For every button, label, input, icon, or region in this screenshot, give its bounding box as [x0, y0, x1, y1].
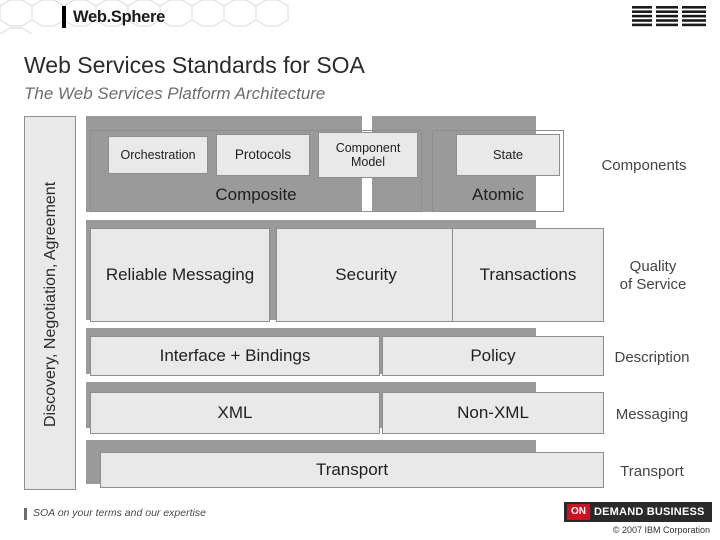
box-transport-label: Transport — [315, 460, 389, 480]
right-label-qos-line1: Quality — [629, 258, 677, 275]
websphere-logo-bar — [62, 6, 66, 28]
discovery-negotiation-agreement-bar: Discovery, Negotiation, Agreement — [24, 116, 76, 490]
box-non-xml[interactable]: Non-XML — [382, 392, 604, 434]
box-policy[interactable]: Policy — [382, 336, 604, 376]
frame-composite-group — [90, 130, 422, 212]
box-transport[interactable]: Transport — [100, 452, 604, 488]
right-label-components: Components — [601, 157, 687, 174]
architecture-diagram: Discovery, Negotiation, Agreement Orches… — [24, 116, 696, 494]
box-reliable-messaging-label: Reliable Messaging — [105, 265, 255, 285]
right-label-description: Description — [614, 349, 690, 366]
box-security-label: Security — [335, 265, 397, 285]
ibm-logo-icon — [632, 6, 706, 27]
box-reliable-messaging[interactable]: Reliable Messaging — [90, 228, 270, 322]
box-interface-bindings-label: Interface + Bindings — [159, 346, 311, 366]
page-subtitle: The Web Services Platform Architecture — [24, 84, 326, 103]
badge-demand-business-label: DEMAND BUSINESS — [594, 506, 705, 518]
box-non-xml-label: Non-XML — [457, 403, 529, 423]
box-transactions-label: Transactions — [479, 265, 577, 285]
websphere-logo: Web.Sphere — [62, 5, 165, 29]
copyright-notice: © 2007 IBM Corporation — [612, 525, 710, 535]
badge-on-label: ON — [567, 504, 590, 520]
footer-tagline: SOA on your terms and our expertise — [24, 507, 206, 520]
box-security[interactable]: Security — [276, 228, 456, 322]
websphere-logo-text: Web.Sphere — [73, 7, 166, 26]
frame-atomic-group — [432, 130, 564, 212]
right-label-transport: Transport — [620, 463, 684, 480]
box-xml[interactable]: XML — [90, 392, 380, 434]
page-title: Web Services Standards for SOA — [24, 52, 365, 78]
box-transactions[interactable]: Transactions — [452, 228, 604, 322]
right-label-messaging: Messaging — [615, 406, 689, 423]
box-interface-bindings[interactable]: Interface + Bindings — [90, 336, 380, 376]
box-xml-label: XML — [217, 403, 253, 423]
discovery-negotiation-agreement-label: Discovery, Negotiation, Agreement — [42, 181, 59, 427]
right-label-qos-line2: of Service — [619, 276, 687, 293]
on-demand-business-badge: ON DEMAND BUSINESS — [564, 502, 712, 522]
header-band: Web.Sphere — [0, 0, 720, 34]
box-policy-label: Policy — [470, 346, 516, 366]
right-label-quality-of-service: Quality of Service — [608, 258, 698, 294]
